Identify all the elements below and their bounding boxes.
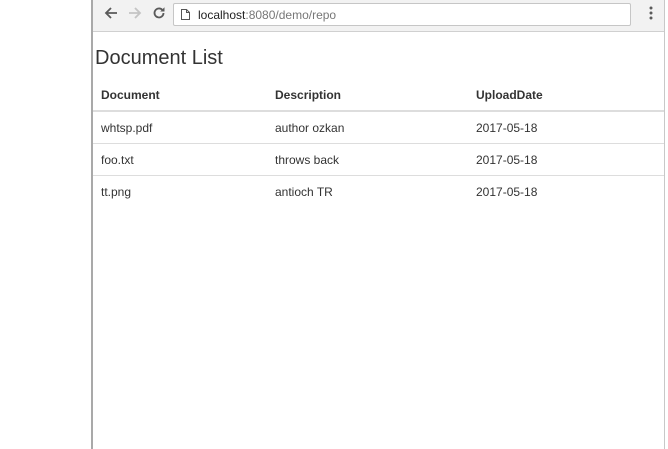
document-table: Document Description UploadDate whtsp.pd… bbox=[93, 80, 664, 207]
url-path: :8080/demo/repo bbox=[245, 7, 337, 22]
vertical-dots-icon bbox=[649, 6, 653, 25]
cell-upload-date: 2017-05-18 bbox=[476, 184, 538, 199]
table-row: foo.txt throws back 2017-05-18 bbox=[93, 143, 664, 176]
reload-button[interactable] bbox=[149, 5, 169, 25]
header-upload-date: UploadDate bbox=[468, 80, 664, 112]
url-host: localhost bbox=[198, 7, 246, 22]
table-row: whtsp.pdf author ozkan 2017-05-18 bbox=[93, 111, 664, 144]
reload-icon bbox=[152, 6, 166, 25]
page-content: Document List Document Description Uploa… bbox=[93, 31, 664, 449]
cell-document: tt.png bbox=[101, 184, 132, 199]
header-document: Document bbox=[93, 80, 267, 112]
cell-description: throws back bbox=[267, 143, 468, 176]
cell-description: author ozkan bbox=[267, 111, 468, 144]
arrow-right-icon bbox=[128, 6, 142, 25]
header-description: Description bbox=[267, 80, 468, 112]
browser-toolbar: localhost:8080/demo/repo bbox=[93, 0, 664, 32]
url-text: localhost:8080/demo/repo bbox=[198, 8, 336, 22]
browser-window: localhost:8080/demo/repo Document List D… bbox=[91, 0, 665, 449]
table-row: tt.png antioch TR 2017-05-18 bbox=[93, 176, 664, 208]
cell-document: foo.txt bbox=[93, 143, 267, 176]
back-button[interactable] bbox=[101, 5, 121, 25]
table-header-row: Document Description UploadDate bbox=[93, 80, 664, 112]
document-icon bbox=[181, 9, 190, 20]
cell-upload-date: 2017-05-18 bbox=[468, 111, 664, 144]
arrow-left-icon bbox=[104, 6, 118, 25]
address-bar[interactable]: localhost:8080/demo/repo bbox=[173, 3, 631, 26]
cell-description: antioch TR bbox=[275, 184, 333, 199]
cell-upload-date: 2017-05-18 bbox=[468, 143, 664, 176]
browser-menu-button[interactable] bbox=[642, 5, 660, 25]
forward-button[interactable] bbox=[125, 5, 145, 25]
cell-document: whtsp.pdf bbox=[93, 111, 267, 144]
page-title: Document List bbox=[95, 47, 223, 69]
